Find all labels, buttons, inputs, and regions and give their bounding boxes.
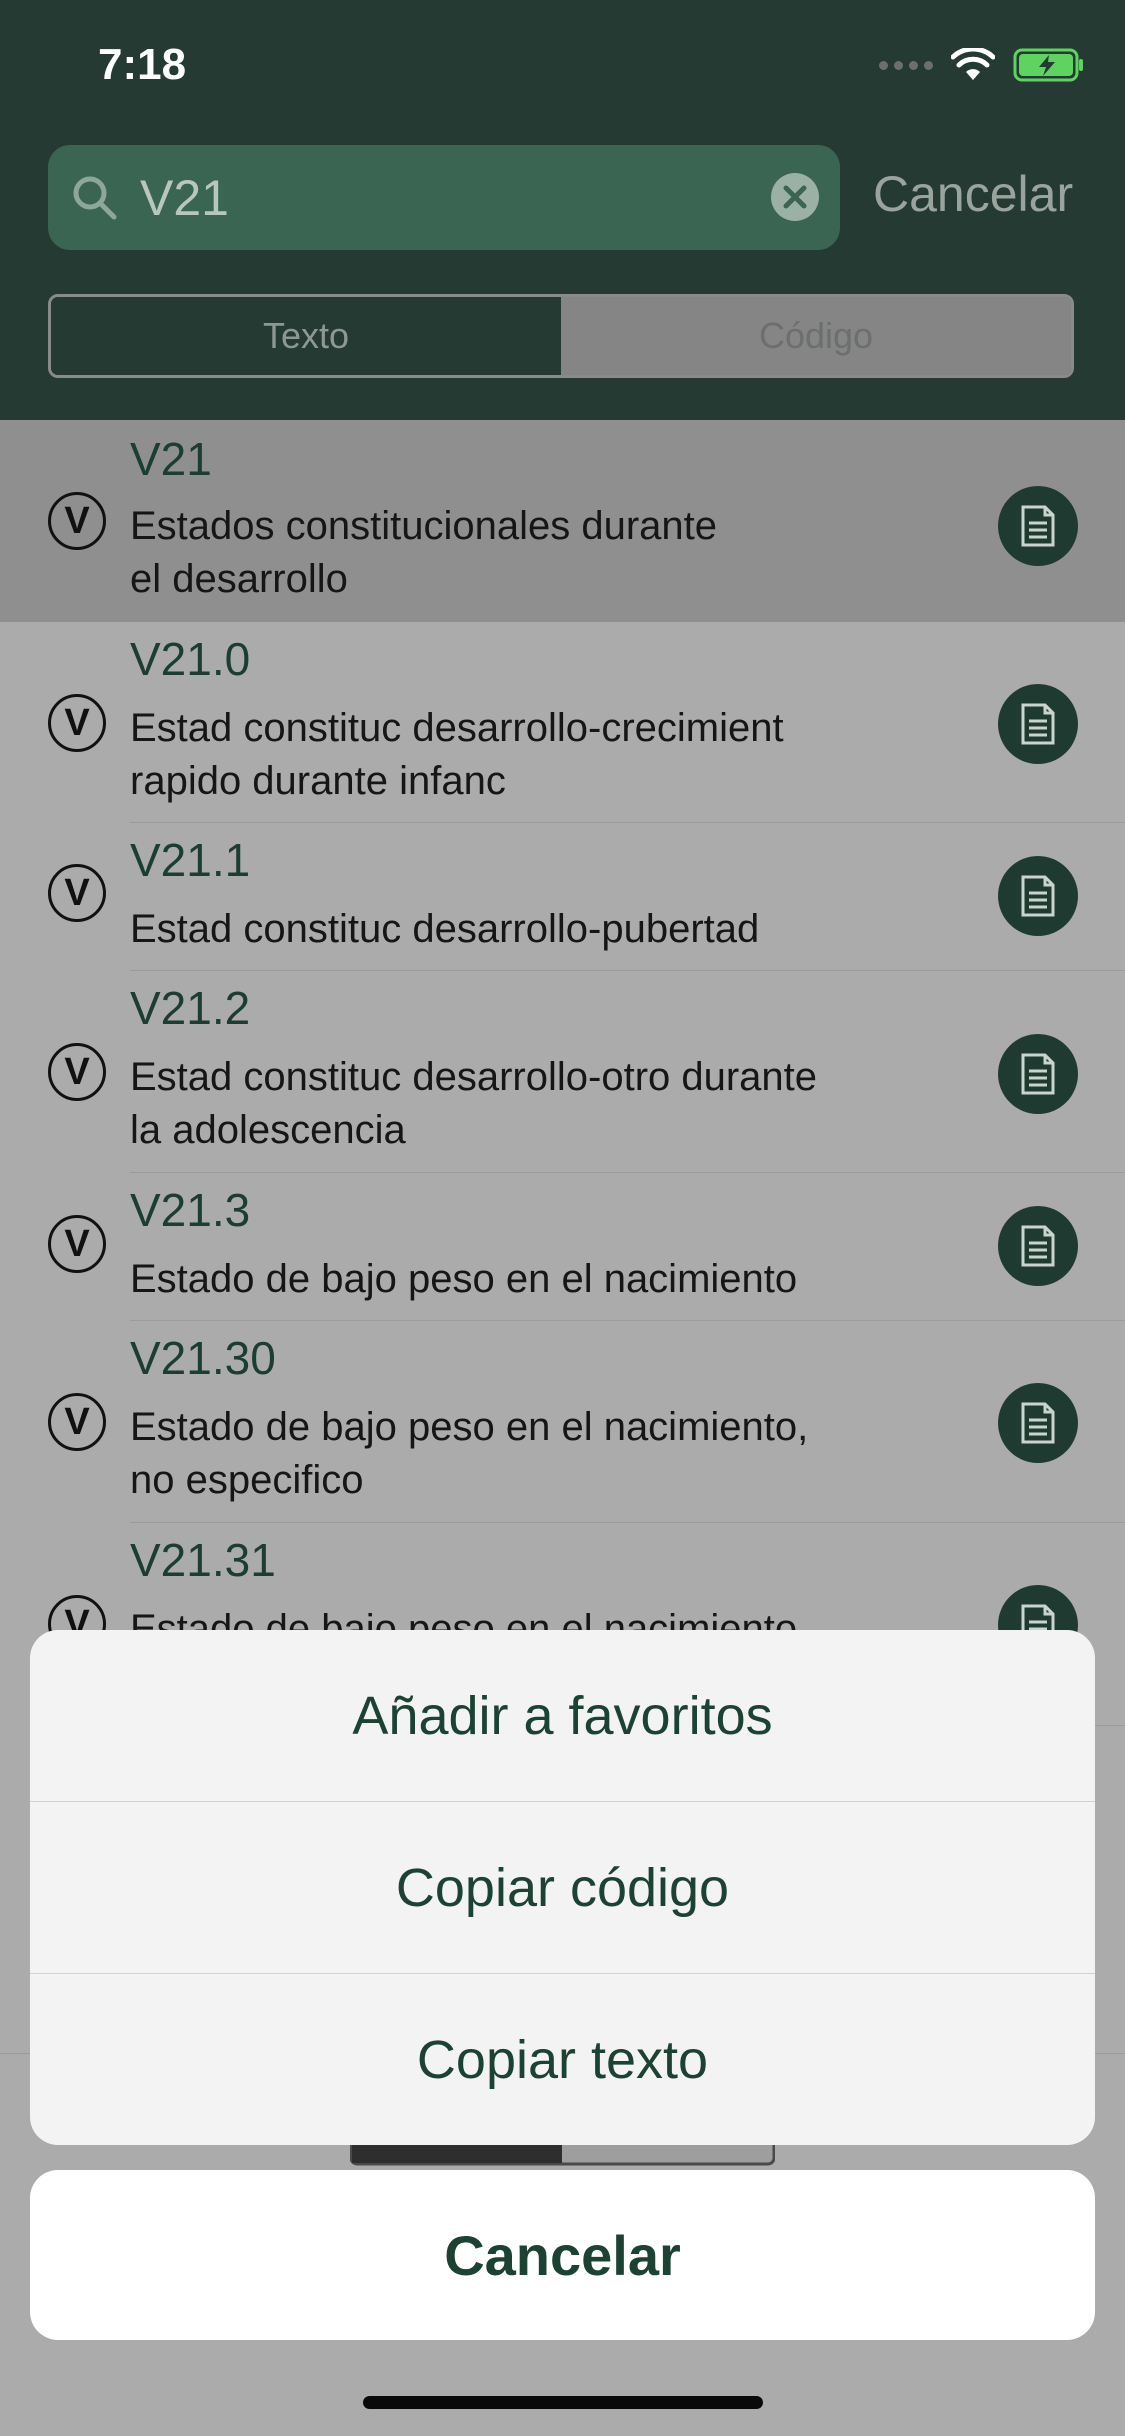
list-item[interactable]: V V21.30 Estado de bajo peso en el nacim… (0, 1321, 1125, 1523)
home-indicator (363, 2396, 763, 2409)
list-item[interactable]: V V21 Estados constitucionales durante el… (0, 420, 1125, 622)
v-category-icon: V (48, 864, 106, 922)
result-description: Estad constituc desarrollo-otro durante l… (130, 1055, 818, 1152)
result-code: V21.31 (130, 1534, 276, 1586)
result-description: Estado de bajo peso en el nacimiento (130, 1257, 798, 1301)
document-icon[interactable] (998, 1034, 1078, 1114)
result-code: V21.2 (130, 982, 251, 1034)
search-query[interactable]: V21 (140, 169, 229, 227)
search-icon (73, 176, 117, 220)
v-category-icon: V (48, 1393, 106, 1451)
document-icon[interactable] (998, 856, 1078, 936)
segment-texto[interactable]: Texto (51, 297, 561, 375)
copy-code-button[interactable]: Copiar código (30, 1802, 1095, 1974)
v-category-icon: V (48, 1043, 106, 1101)
result-description: Estad constituc desarrollo-crecimient rap… (130, 706, 784, 803)
copy-text-button[interactable]: Copiar texto (30, 1974, 1095, 2145)
result-description: Estad constituc desarrollo-pubertad (130, 907, 760, 951)
search-input[interactable]: V21 (48, 145, 840, 250)
status-icons (879, 48, 1085, 82)
result-description: Estados constitucionales durante el desar… (130, 504, 718, 601)
v-category-icon: V (48, 492, 106, 550)
list-item[interactable]: V V21.0 Estad constituc desarrollo-creci… (0, 622, 1125, 823)
wifi-icon (951, 48, 995, 80)
v-category-icon: V (48, 694, 106, 752)
list-item[interactable]: V V21.2 Estad constituc desarrollo-otro … (0, 971, 1125, 1173)
action-sheet-cancel-button[interactable]: Cancelar (30, 2170, 1095, 2340)
action-sheet: Añadir a favoritos Copiar código Copiar … (30, 1630, 1095, 2145)
cellular-signal-icon (879, 60, 933, 70)
v-category-icon: V (48, 1215, 106, 1273)
status-time: 7:18 (98, 40, 187, 89)
document-icon[interactable] (998, 684, 1078, 764)
list-item[interactable]: V V21.1 Estad constituc desarrollo-puber… (0, 823, 1125, 971)
search-cancel-button[interactable]: Cancelar (873, 165, 1073, 223)
battery-charging-icon (1013, 48, 1083, 82)
document-icon[interactable] (998, 1383, 1078, 1463)
document-icon[interactable] (998, 486, 1078, 566)
result-code: V21.3 (130, 1184, 251, 1236)
search-scope-segmented-control[interactable]: Texto Código (48, 294, 1074, 378)
clear-search-icon[interactable] (770, 172, 820, 222)
document-icon[interactable] (998, 1206, 1078, 1286)
result-code: V21.1 (130, 834, 251, 886)
segment-codigo[interactable]: Código (561, 297, 1071, 375)
result-code: V21.30 (130, 1332, 276, 1384)
result-code: V21 (130, 433, 212, 485)
list-item[interactable]: V V21.3 Estado de bajo peso en el nacimi… (0, 1173, 1125, 1321)
result-description: Estado de bajo peso en el nacimiento, no … (130, 1405, 809, 1502)
add-to-favorites-button[interactable]: Añadir a favoritos (30, 1630, 1095, 1802)
result-code: V21.0 (130, 633, 251, 685)
navigation-header: 7:18 V21 Cancelar Texto Código (0, 0, 1125, 420)
